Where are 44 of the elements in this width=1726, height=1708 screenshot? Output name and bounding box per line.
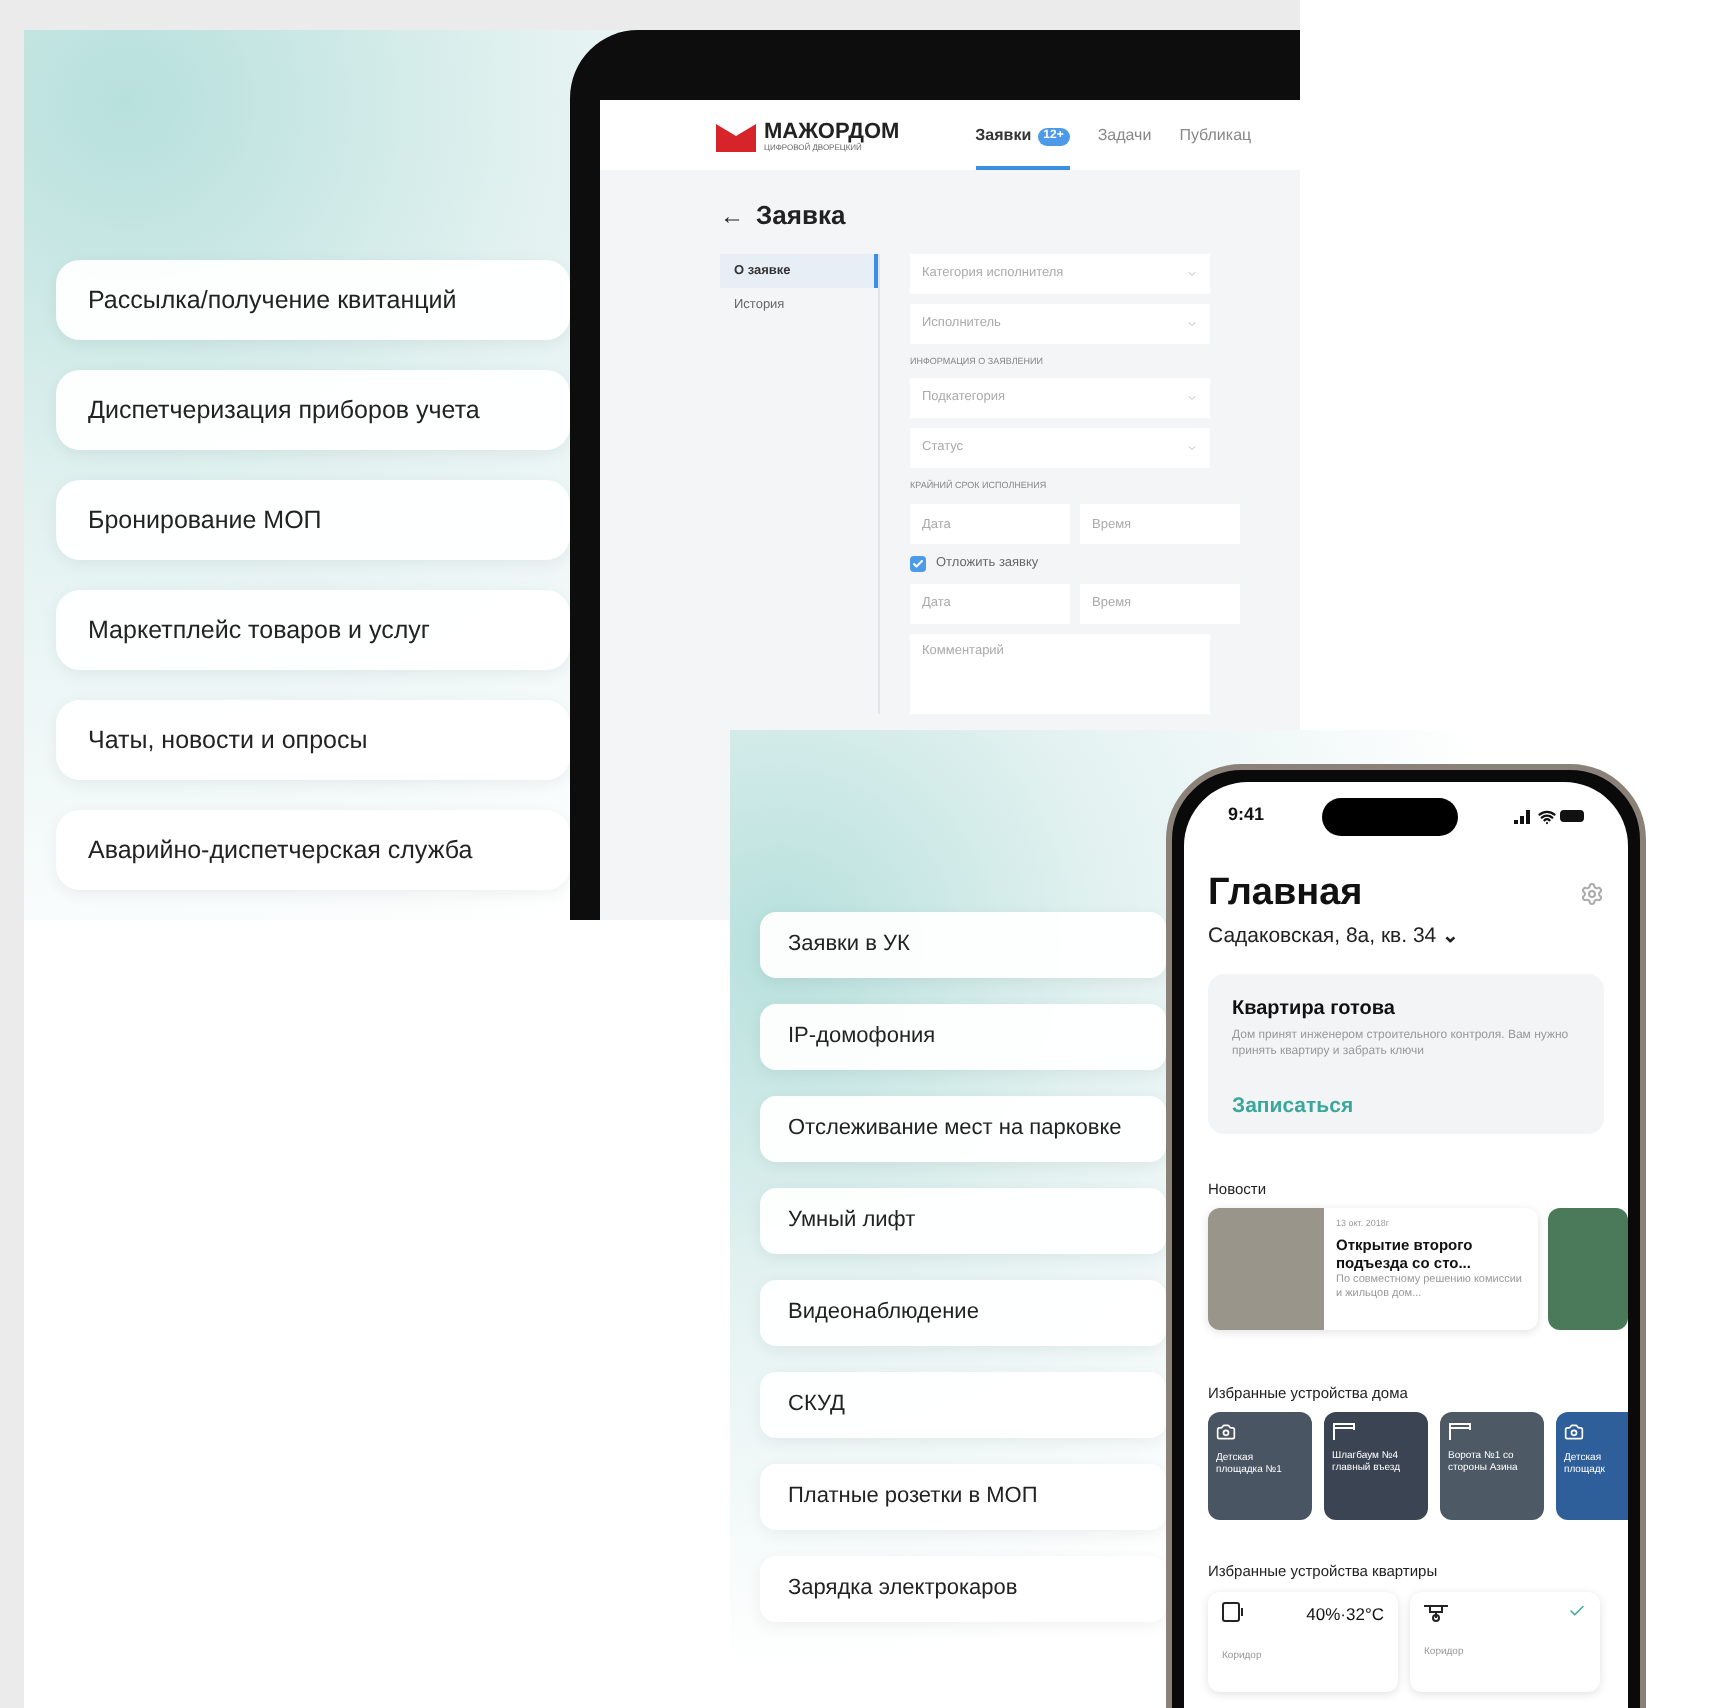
checkbox[interactable] — [910, 555, 926, 572]
chevron-icon — [1186, 442, 1198, 455]
chevron-icon — [1186, 267, 1198, 279]
status-time: 9:41 — [1228, 802, 1265, 829]
photo-placeholder — [1548, 1208, 1628, 1330]
sensor-icon — [1222, 1601, 1246, 1621]
feature-card: Платные розетки в МОП — [760, 1464, 1166, 1530]
valve-icon — [1424, 1601, 1448, 1621]
feature-card: Маркетплейс товаров и услуг — [56, 590, 570, 670]
dynamic-island — [1321, 797, 1457, 835]
barrier-icon — [1332, 1422, 1356, 1441]
battery-icon — [1559, 810, 1584, 822]
screen-title: Главная — [1208, 874, 1363, 912]
address-selector[interactable]: Садаковская, 8а, кв. 34 ⌄ — [1208, 922, 1604, 954]
feature-card: Зарядка электрокаров — [760, 1556, 1166, 1622]
feature-card: Чаты, новости и опросы — [56, 700, 570, 780]
signal-icon — [1513, 809, 1534, 823]
feature-card: Диспетчеризация приборов учета — [56, 370, 570, 450]
chevron-glyph: ⌄ — [1442, 927, 1459, 948]
photo-placeholder — [1208, 1208, 1324, 1330]
feature-card: СКУД — [760, 1372, 1166, 1438]
nav-tab[interactable]: Публикац — [1179, 124, 1252, 170]
feature-card: IP-домофония — [760, 1004, 1166, 1070]
feature-card: Отслеживание мест на парковке — [760, 1096, 1166, 1162]
page-title: Заявка — [756, 198, 846, 234]
settings-icon[interactable] — [1580, 881, 1604, 905]
back-arrow[interactable]: ← — [720, 197, 744, 234]
feature-card: Умный лифт — [760, 1188, 1166, 1254]
wifi-icon — [1537, 807, 1556, 825]
notice-title: Квартира готова — [1232, 995, 1397, 1024]
chevron-icon — [1186, 317, 1198, 329]
camera-icon — [1216, 1422, 1236, 1443]
feature-card: Аварийно-диспетчерская служба — [56, 810, 570, 890]
feature-card: Заявки в УК — [760, 912, 1166, 978]
camera-icon — [1564, 1422, 1584, 1443]
nav-tab[interactable]: Задачи — [1097, 124, 1152, 170]
feature-card: Бронирование МОП — [56, 480, 570, 560]
feature-card: Видеонаблюдение — [760, 1280, 1166, 1346]
chevron-icon — [1186, 392, 1198, 405]
logo-icon — [716, 123, 756, 151]
barrier-icon — [1448, 1422, 1472, 1441]
sensor-reading: 40%·32°C — [1306, 1601, 1384, 1627]
logo-name: МАЖОРДОМ — [764, 122, 900, 144]
feature-card: Рассылка/получение квитанций — [56, 260, 570, 340]
